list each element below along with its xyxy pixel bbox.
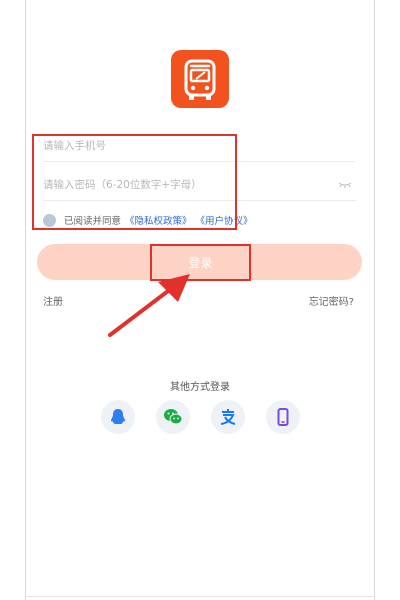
phone-login-button[interactable] [266, 400, 300, 434]
wechat-login-button[interactable] [156, 400, 190, 434]
register-link[interactable]: 注册 [43, 293, 63, 308]
bottom-divider [25, 596, 375, 597]
phone-icon [277, 408, 289, 426]
qq-icon [111, 409, 125, 424]
annotation-arrow-icon [108, 274, 190, 337]
forgot-password-link[interactable]: 忘记密码? [309, 293, 354, 308]
frame-edge-right [374, 0, 375, 600]
alipay-icon [220, 409, 236, 425]
login-screen: 请输入手机号 请输入密码（6-20位数字+字母） 已阅读并同意 《隐私权政策》 … [0, 0, 400, 600]
qq-login-button[interactable] [101, 400, 135, 434]
wechat-icon [164, 409, 183, 425]
app-logo [171, 50, 229, 108]
bus-icon [184, 59, 216, 100]
annotation-box-fields [32, 134, 237, 230]
eye-closed-icon[interactable] [338, 177, 352, 191]
login-button-label: 登录 [188, 256, 213, 270]
alipay-login-button[interactable] [211, 400, 245, 434]
other-login-label: 其他方式登录 [170, 382, 230, 393]
frame-edge-left [25, 0, 26, 600]
